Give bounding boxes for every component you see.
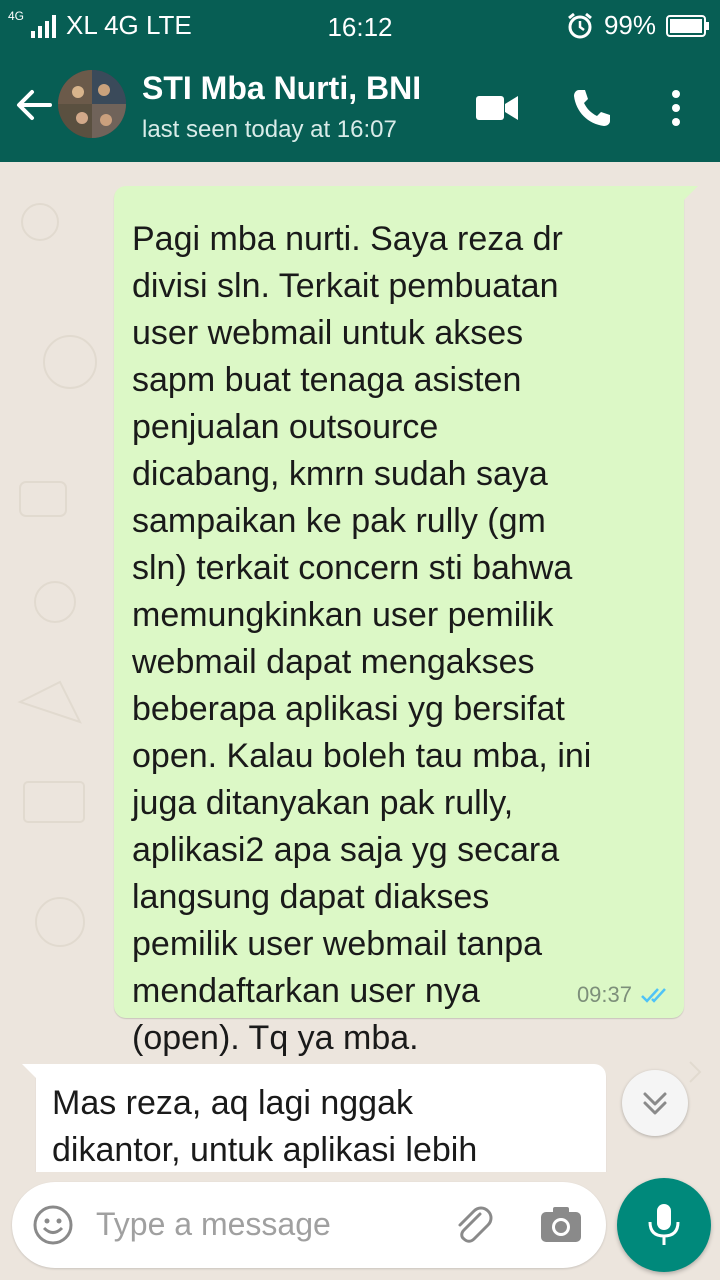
back-arrow-icon[interactable]: [10, 80, 58, 130]
battery-icon: [666, 14, 709, 37]
message-text: Mas reza, aq lagi nggak dikantor, untuk …: [52, 1084, 478, 1169]
mic-button[interactable]: [617, 1178, 711, 1272]
more-vert-icon[interactable]: [660, 86, 692, 130]
bubble-tail: [682, 186, 698, 202]
chat-area[interactable]: Pagi mba nurti. Saya reza dr divisi sln.…: [0, 162, 720, 1172]
message-outgoing[interactable]: Pagi mba nurti. Saya reza dr divisi sln.…: [114, 186, 698, 1057]
phone-icon[interactable]: [570, 86, 614, 130]
emoji-icon[interactable]: [32, 1204, 74, 1246]
camera-icon[interactable]: [538, 1204, 584, 1246]
message-input[interactable]: Type a message: [96, 1206, 331, 1243]
video-call-icon[interactable]: [474, 86, 520, 130]
status-bar: 4G XL 4G LTE 16:12 99%: [0, 0, 720, 50]
contact-name[interactable]: STI Mba Nurti, BNI: [142, 70, 421, 107]
battery-percent: 99%: [603, 10, 656, 40]
double-chevron-down-icon: [643, 1092, 667, 1115]
avatar-photo: [58, 70, 126, 138]
alarm-icon: [568, 12, 592, 38]
message-meta: 09:37: [577, 982, 672, 1008]
scroll-to-bottom-button[interactable]: [622, 1070, 688, 1136]
last-seen: last seen today at 16:07: [142, 116, 397, 143]
mic-icon: [648, 1204, 680, 1245]
message-text: Pagi mba nurti. Saya reza dr divisi sln.…: [132, 220, 592, 1057]
message-composer[interactable]: Type a message: [12, 1182, 606, 1268]
message-time: 09:37: [576, 982, 632, 1007]
chat-header: STI Mba Nurti, BNI last seen today at 16…: [0, 50, 720, 162]
attach-icon[interactable]: [450, 1202, 496, 1248]
status-right: 99%: [566, 10, 710, 41]
message-incoming[interactable]: Mas reza, aq lagi nggak dikantor, untuk …: [22, 1064, 606, 1172]
double-check-read-icon: [641, 988, 666, 1003]
bubble-tail: [22, 1064, 38, 1080]
avatar[interactable]: [58, 70, 126, 138]
